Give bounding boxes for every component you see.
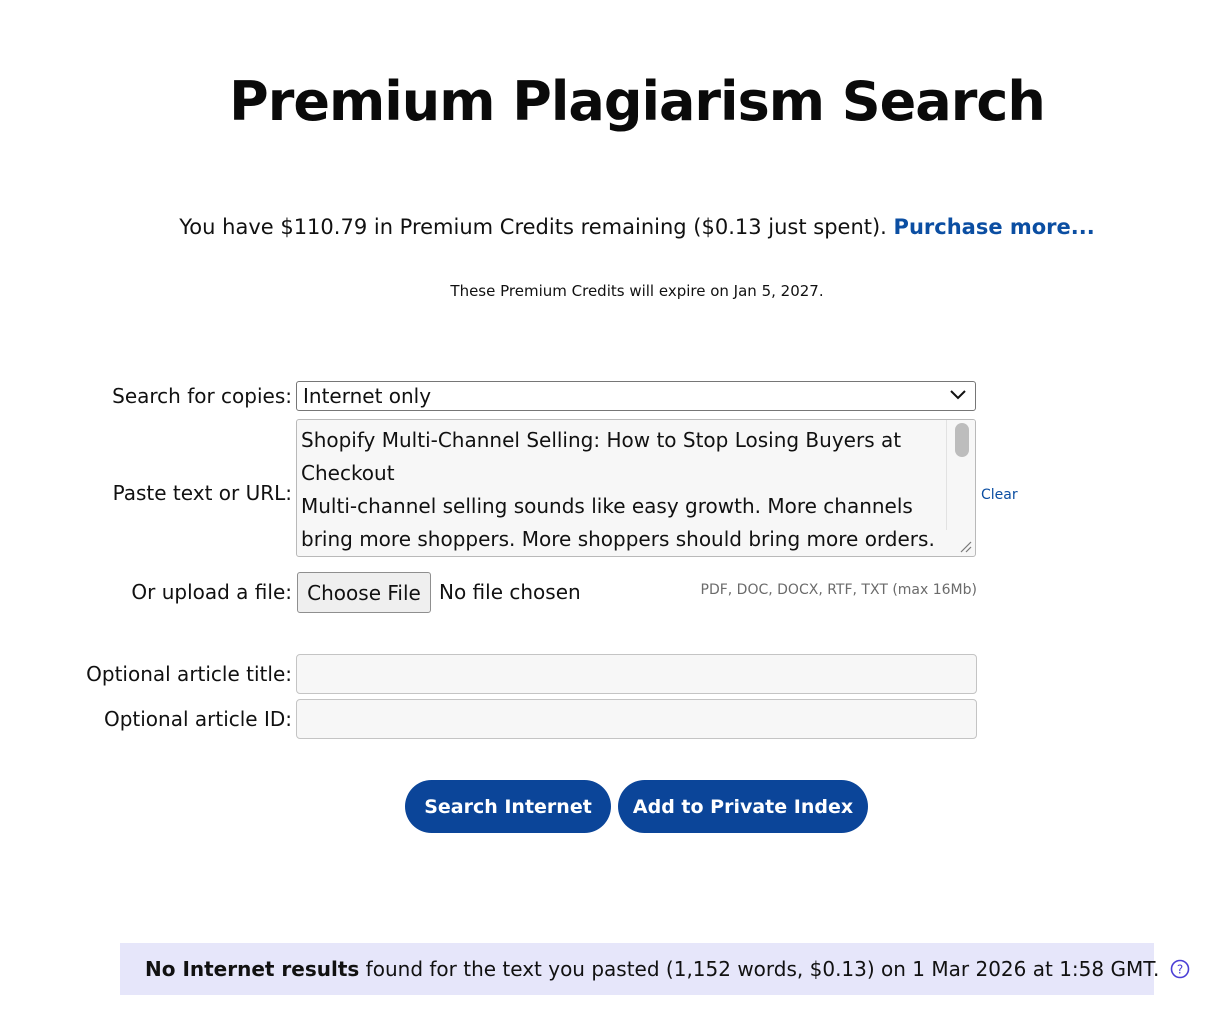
purchase-more-link[interactable]: Purchase more... <box>894 215 1095 239</box>
search-for-label: Search for copies: <box>112 384 292 408</box>
article-id-label: Optional article ID: <box>103 707 292 731</box>
search-scope-value: Internet only <box>303 384 432 408</box>
article-title-input[interactable] <box>296 654 977 694</box>
article-title-label: Optional article title: <box>86 662 292 686</box>
paste-text-label: Paste text or URL: <box>112 481 292 505</box>
help-icon[interactable]: ? <box>1170 959 1190 979</box>
paste-text-area[interactable]: Shopify Multi-Channel Selling: How to St… <box>296 419 976 557</box>
search-scope-select[interactable]: Internet only <box>296 381 976 411</box>
results-details: found for the text you pasted (1,152 wor… <box>359 957 1160 981</box>
file-types-hint: PDF, DOC, DOCX, RTF, TXT (max 16Mb) <box>700 582 978 598</box>
chevron-down-icon <box>950 390 966 400</box>
svg-text:?: ? <box>1177 963 1183 977</box>
paste-text-content: Shopify Multi-Channel Selling: How to St… <box>301 428 935 551</box>
resize-handle-icon[interactable] <box>957 538 973 554</box>
results-status: No Internet results <box>145 957 360 981</box>
credits-line: You have $110.79 in Premium Credits rema… <box>0 215 1212 239</box>
search-internet-button[interactable]: Search Internet <box>405 780 611 833</box>
choose-file-button[interactable]: Choose File <box>297 572 431 613</box>
credits-expiry-text: These Premium Credits will expire on Jan… <box>450 282 824 300</box>
clear-text-link[interactable]: Clear <box>981 487 1018 503</box>
textarea-scrollbar-thumb[interactable] <box>955 423 969 457</box>
add-to-private-index-button[interactable]: Add to Private Index <box>618 780 868 833</box>
textarea-scrollbar[interactable] <box>946 420 975 530</box>
results-banner: No Internet results found for the text y… <box>120 943 1190 995</box>
page-title: Premium Plagiarism Search <box>229 70 1046 133</box>
no-file-chosen-text: No file chosen <box>439 580 581 604</box>
article-id-input[interactable] <box>296 699 977 739</box>
upload-file-label: Or upload a file: <box>131 580 292 604</box>
credits-remaining-text: You have $110.79 in Premium Credits rema… <box>179 215 887 239</box>
